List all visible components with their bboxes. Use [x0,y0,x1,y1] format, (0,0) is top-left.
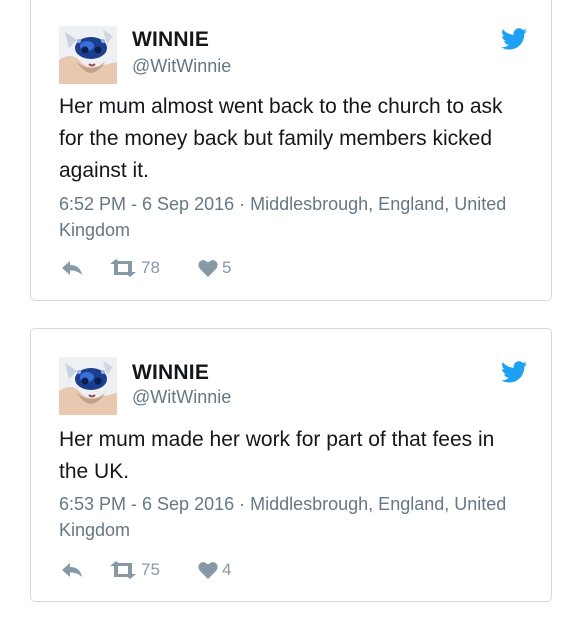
avatar-image [59,26,117,84]
tweet-timestamp-location[interactable]: 6:52 PM - 6 Sep 2016 · Middlesbrough, En… [59,191,529,243]
retweet-button[interactable]: 75 [109,558,160,582]
retweet-icon [109,259,137,277]
username[interactable]: @WitWinnie [132,387,231,408]
reply-icon [61,562,83,578]
heart-icon [198,259,218,277]
retweet-count: 75 [141,560,160,579]
like-button[interactable]: 4 [198,558,231,582]
reply-button[interactable] [61,256,83,280]
retweet-count: 78 [141,258,160,277]
retweet-button[interactable]: 78 [109,256,160,280]
display-name[interactable]: WINNIE [132,28,209,52]
reply-button[interactable] [61,558,83,582]
twitter-bird-icon[interactable] [501,361,527,383]
tweet-timestamp-location[interactable]: 6:53 PM - 6 Sep 2016 · Middlesbrough, En… [59,491,529,543]
heart-icon [198,561,218,579]
display-name[interactable]: WINNIE [132,361,209,385]
tweet-text: Her mum almost went back to the church t… [59,95,503,182]
tweet-actions: 78 5 [59,256,359,280]
avatar[interactable] [59,357,117,415]
tweet-card[interactable]: WINNIE @WitWinnie Her mum almost went ba… [30,0,552,301]
retweet-icon [109,561,137,579]
avatar-image [59,357,117,415]
tweet-card[interactable]: WINNIE @WitWinnie Her mum made her work … [30,328,552,602]
avatar[interactable] [59,26,117,84]
tweet-actions: 75 4 [59,558,359,582]
reply-icon [61,260,83,276]
like-button[interactable]: 5 [198,256,231,280]
username[interactable]: @WitWinnie [132,56,231,77]
like-count: 4 [222,560,232,579]
like-count: 5 [222,258,232,277]
twitter-bird-icon[interactable] [501,28,527,50]
tweet-text: Her mum made her work for part of that f… [59,428,495,483]
